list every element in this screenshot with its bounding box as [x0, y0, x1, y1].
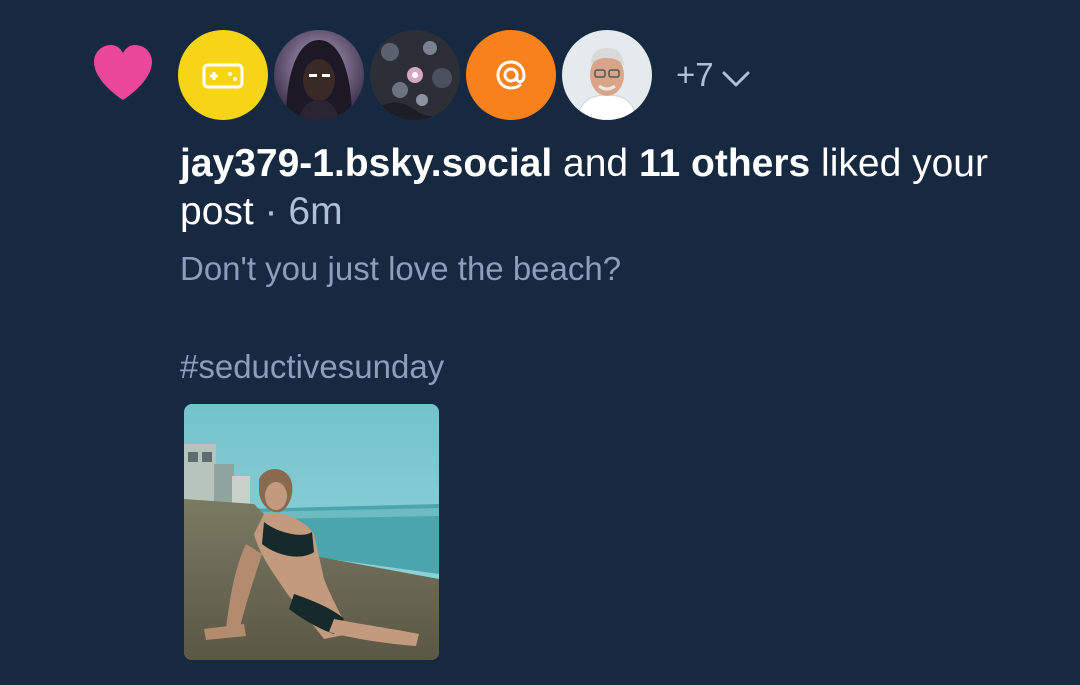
post-image[interactable] [184, 404, 439, 660]
beach-photo [184, 404, 439, 660]
avatar-hooded-person[interactable] [274, 30, 364, 120]
post-text: Don't you just love the beach? [180, 250, 622, 287]
heart-icon [92, 44, 154, 102]
avatar-floral-pattern[interactable] [370, 30, 460, 120]
avatar-older-man[interactable] [562, 30, 652, 120]
more-count: +7 [676, 56, 714, 93]
separator: · [253, 190, 289, 233]
timestamp: 6m [288, 190, 343, 233]
notification-text: jay379-1.bsky.social and 11 others liked… [180, 140, 1060, 236]
and-text: and [552, 142, 639, 185]
more-likers-toggle[interactable]: +7 [676, 54, 750, 96]
actor-handle[interactable]: jay379-1.bsky.social [180, 142, 552, 185]
avatar-at-sign[interactable] [466, 30, 556, 120]
post-hashtag[interactable]: #seductivesunday [180, 347, 444, 387]
chevron-down-icon [722, 58, 750, 96]
liker-avatars: +7 [178, 30, 750, 120]
others-count[interactable]: 11 others [639, 142, 810, 185]
avatar-gamepad[interactable] [178, 30, 268, 120]
